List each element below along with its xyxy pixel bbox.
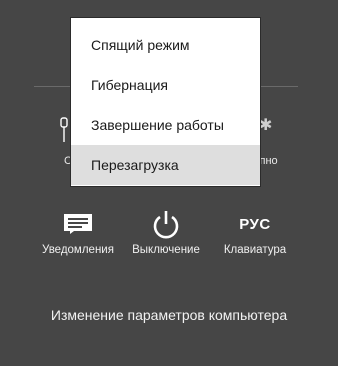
keyboard-language-indicator: РУС bbox=[239, 215, 271, 233]
brightness-icon[interactable]: ✱ bbox=[259, 118, 272, 134]
notifications-label: Уведомления bbox=[42, 244, 114, 256]
notifications-tile[interactable]: Уведомления bbox=[36, 206, 120, 256]
menu-item-shutdown[interactable]: Завершение работы bbox=[71, 105, 260, 145]
power-options-menu: Спящий режим Гибернация Завершение работ… bbox=[70, 17, 261, 187]
change-pc-settings-link[interactable]: Изменение параметров компьютера bbox=[0, 307, 338, 323]
keyboard-tile[interactable]: РУС Клавиатура bbox=[213, 206, 297, 257]
notifications-icon bbox=[64, 214, 92, 234]
power-icon bbox=[153, 211, 179, 239]
network-icon[interactable] bbox=[59, 116, 69, 144]
menu-item-sleep[interactable]: Спящий режим bbox=[71, 25, 260, 65]
power-tile[interactable]: Выключение bbox=[124, 206, 208, 256]
menu-item-hibernate[interactable]: Гибернация bbox=[71, 65, 260, 105]
menu-item-restart[interactable]: Перезагрузка bbox=[71, 145, 260, 185]
power-label: Выключение bbox=[132, 244, 200, 256]
keyboard-label: Клавиатура bbox=[223, 244, 287, 256]
